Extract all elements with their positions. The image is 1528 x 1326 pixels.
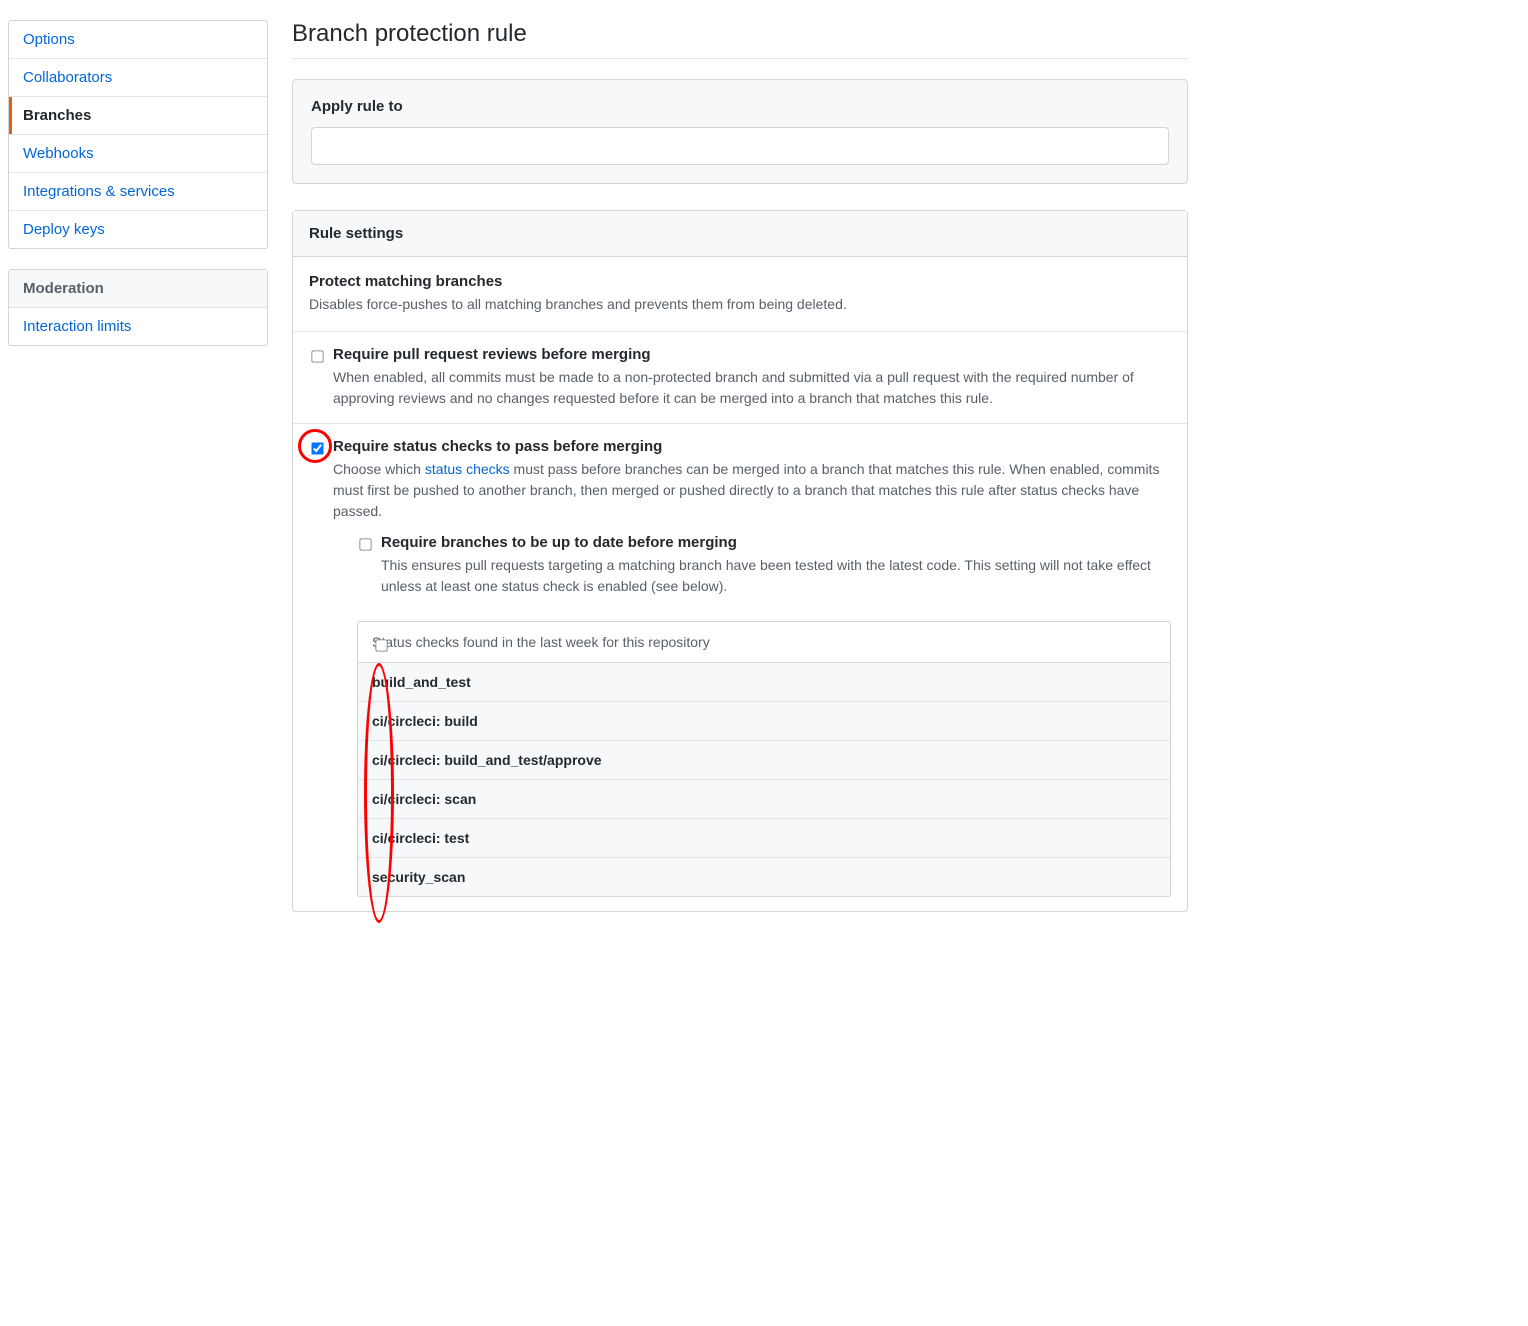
require-uptodate-checkbox[interactable] [359,538,371,550]
require-pr-reviews-desc: When enabled, all commits must be made t… [333,367,1171,409]
protect-matching-section: Protect matching branches Disables force… [293,257,1187,331]
require-status-checks-item: Require status checks to pass before mer… [293,423,1187,911]
status-check-label: ci/circleci: scan [372,791,476,807]
status-check-row: ci/circleci: test [358,819,1170,858]
require-status-checks-desc: Choose which status checks must pass bef… [333,459,1171,522]
require-uptodate-title: Require branches to be up to date before… [381,534,1155,551]
rule-settings-box: Rule settings Protect matching branches … [292,210,1188,912]
status-checks-table-header: Status checks found in the last week for… [358,622,1170,663]
status-checks-table: Status checks found in the last week for… [357,621,1171,897]
require-uptodate-desc: This ensures pull requests targeting a m… [381,555,1155,597]
status-check-security-scan-checkbox[interactable] [375,639,387,651]
status-check-row: ci/circleci: scan [358,780,1170,819]
main-content: Branch protection rule Apply rule to Rul… [292,20,1188,912]
sidebar-item-collaborators[interactable]: Collaborators [9,59,267,96]
sidebar-item-deploy-keys[interactable]: Deploy keys [9,211,267,248]
status-check-label: build_and_test [372,674,471,690]
status-checks-link[interactable]: status checks [425,461,510,477]
status-check-row: security_scan [358,858,1170,896]
page-title: Branch protection rule [292,20,1188,59]
require-pr-reviews-item: Require pull request reviews before merg… [293,331,1187,423]
rule-settings-header: Rule settings [293,211,1187,257]
sidebar-nav-main: Options Collaborators Branches Webhooks … [8,20,268,249]
status-check-row: ci/circleci: build_and_test/approve [358,741,1170,780]
status-check-row: ci/circleci: build [358,702,1170,741]
status-checks-nested: Require branches to be up to date before… [357,522,1171,897]
status-check-label: ci/circleci: test [372,830,469,846]
status-check-label: security_scan [372,869,465,885]
status-check-row: build_and_test [358,663,1170,702]
apply-rule-label: Apply rule to [311,98,1169,115]
sidebar-item-integrations[interactable]: Integrations & services [9,173,267,210]
apply-rule-box: Apply rule to [292,79,1188,184]
sidebar-moderation-header: Moderation [9,270,267,308]
protect-desc: Disables force-pushes to all matching br… [309,294,1171,315]
status-check-label: ci/circleci: build_and_test/approve [372,752,602,768]
sidebar-item-webhooks[interactable]: Webhooks [9,135,267,172]
settings-sidebar: Options Collaborators Branches Webhooks … [8,20,268,912]
sidebar-item-interaction-limits[interactable]: Interaction limits [9,308,267,345]
sidebar-item-options[interactable]: Options [9,21,267,58]
status-check-label: ci/circleci: build [372,713,478,729]
sidebar-nav-moderation: Moderation Interaction limits [8,269,268,346]
require-status-checks-title: Require status checks to pass before mer… [333,438,1171,455]
apply-rule-input[interactable] [311,127,1169,165]
protect-title: Protect matching branches [309,273,1171,290]
sidebar-item-branches[interactable]: Branches [9,97,267,134]
require-status-checks-checkbox[interactable] [311,442,323,454]
require-pr-reviews-checkbox[interactable] [311,350,323,362]
require-pr-reviews-title: Require pull request reviews before merg… [333,346,1171,363]
require-uptodate-item: Require branches to be up to date before… [357,522,1171,611]
